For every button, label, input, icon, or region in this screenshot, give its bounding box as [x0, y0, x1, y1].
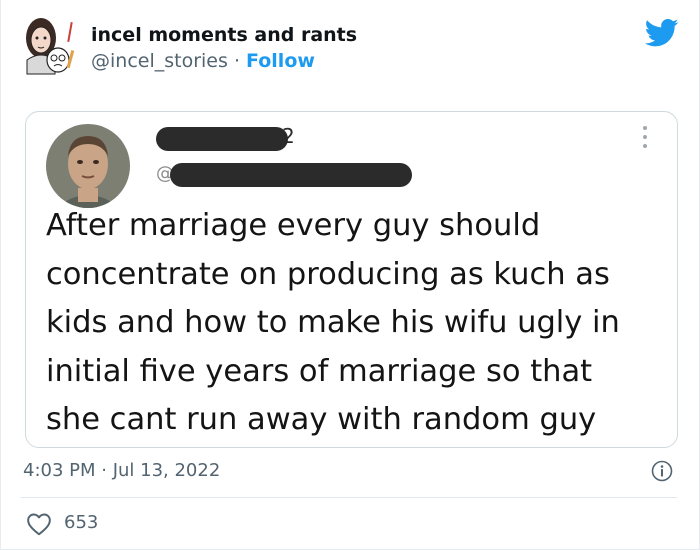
like-count[interactable]: 653	[64, 512, 98, 533]
embedded-name-fragment: 2	[282, 124, 295, 148]
author-avatar[interactable]	[21, 16, 75, 76]
tweet-text-line: After marriage every guy should	[46, 208, 541, 243]
redacted-handle	[170, 163, 412, 187]
tweet-text-line: concentrate on producing as kuch as	[46, 256, 610, 292]
more-icon[interactable]	[638, 124, 652, 150]
tweet-text-line: initial five years of marriage so that	[46, 353, 593, 389]
separator: ·	[233, 50, 240, 72]
tweet-text-line: kids and how to make his wifu ugly in	[46, 305, 620, 340]
info-icon[interactable]	[651, 460, 673, 482]
embedded-tweet-card[interactable]: 2 @ After marriage every guy should conc…	[25, 111, 678, 448]
twitter-bird-icon[interactable]	[644, 18, 679, 48]
tweet-container: incel moments and rants @incel_stories ·…	[0, 0, 700, 550]
author-handle-row: @incel_stories · Follow	[91, 50, 315, 72]
divider	[21, 497, 677, 498]
follow-button[interactable]: Follow	[246, 50, 315, 72]
embedded-tweet-text: After marriage every guy should concentr…	[46, 202, 666, 445]
author-handle[interactable]: @incel_stories	[91, 50, 228, 72]
heart-icon[interactable]	[26, 512, 52, 536]
author-display-name[interactable]: incel moments and rants	[91, 24, 357, 46]
tweet-timestamp[interactable]: 4:03 PM · Jul 13, 2022	[23, 460, 220, 481]
embedded-author-avatar[interactable]	[46, 124, 130, 208]
tweet-text-line: she cant run away with random guy	[46, 402, 597, 437]
redacted-display-name	[156, 127, 288, 151]
